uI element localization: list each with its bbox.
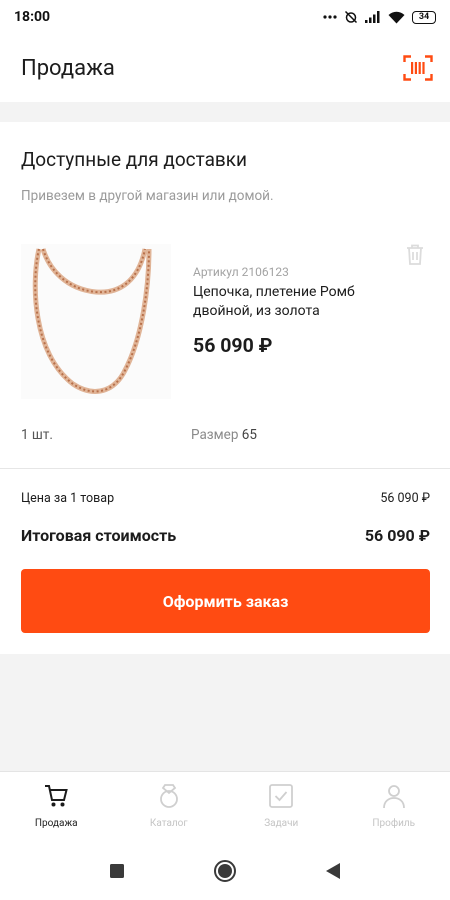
- nav-item-catalog[interactable]: Каталог: [113, 772, 226, 841]
- wifi-icon: [388, 11, 405, 23]
- user-icon: [382, 785, 405, 809]
- home-button[interactable]: [211, 857, 239, 885]
- page-title: Продажа: [21, 55, 115, 81]
- product-size: Размер 65: [191, 427, 257, 443]
- trash-icon: [407, 244, 423, 265]
- nav-item-tasks[interactable]: Задачи: [225, 772, 338, 841]
- ring-icon: [159, 784, 178, 808]
- nav-item-profile[interactable]: Профиль: [338, 772, 450, 841]
- nav-item-sale[interactable]: Продажа: [0, 772, 113, 841]
- product-sku: Артикул 2106123: [193, 265, 289, 279]
- unit-price-label: Цена за 1 товар: [21, 491, 115, 506]
- barcode-scan-icon: [403, 55, 433, 81]
- size-value: 65: [241, 427, 257, 443]
- dots-icon: [323, 15, 337, 19]
- nav-label: Задачи: [264, 818, 299, 829]
- cart-icon: [45, 785, 69, 807]
- back-button[interactable]: [319, 857, 347, 885]
- status-bar: 18:00 34: [0, 0, 450, 34]
- nav-label: Профиль: [372, 818, 416, 829]
- status-time: 18:00: [14, 9, 51, 25]
- nav-label: Продажа: [34, 818, 78, 829]
- screen: 18:00 34 Продажа Доступные для доставки …: [0, 0, 450, 900]
- barcode-scan-button[interactable]: [402, 52, 434, 84]
- checkout-button[interactable]: Оформить заказ: [21, 569, 430, 633]
- section-title: Доступные для доставки: [21, 148, 248, 171]
- alarm-off-icon: [344, 10, 358, 24]
- battery-icon: 34: [412, 10, 436, 24]
- section-subtitle: Привезем в другой магазин или домой.: [21, 188, 274, 204]
- product-price: 56 090 ₽: [193, 334, 273, 357]
- total-value: 56 090 ₽: [364, 526, 430, 545]
- gold-chain-image[interactable]: [21, 244, 171, 399]
- size-label: Размер: [191, 427, 239, 443]
- app-header: Продажа: [0, 34, 450, 102]
- total-label: Итоговая стоимость: [21, 526, 177, 545]
- unit-price-value: 56 090 ₽: [380, 491, 430, 506]
- divider: [0, 468, 450, 469]
- recents-button[interactable]: [103, 857, 131, 885]
- cart-card: Доступные для доставки Привезем в другой…: [0, 122, 450, 654]
- back-icon: [326, 862, 340, 879]
- delete-button[interactable]: [402, 241, 428, 267]
- status-icons: 34: [323, 10, 436, 24]
- nav-label: Каталог: [149, 818, 188, 829]
- checkbox-icon: [269, 784, 294, 808]
- system-nav: [0, 841, 450, 900]
- home-icon: [214, 859, 236, 882]
- recents-icon: [110, 863, 124, 878]
- product-quantity: 1 шт.: [21, 427, 53, 443]
- product-name[interactable]: Цепочка, плетение Ромб двойной, из золот…: [193, 283, 393, 321]
- bottom-nav: Продажа Каталог Задачи Профиль: [0, 771, 450, 841]
- signal-icon: [365, 11, 380, 23]
